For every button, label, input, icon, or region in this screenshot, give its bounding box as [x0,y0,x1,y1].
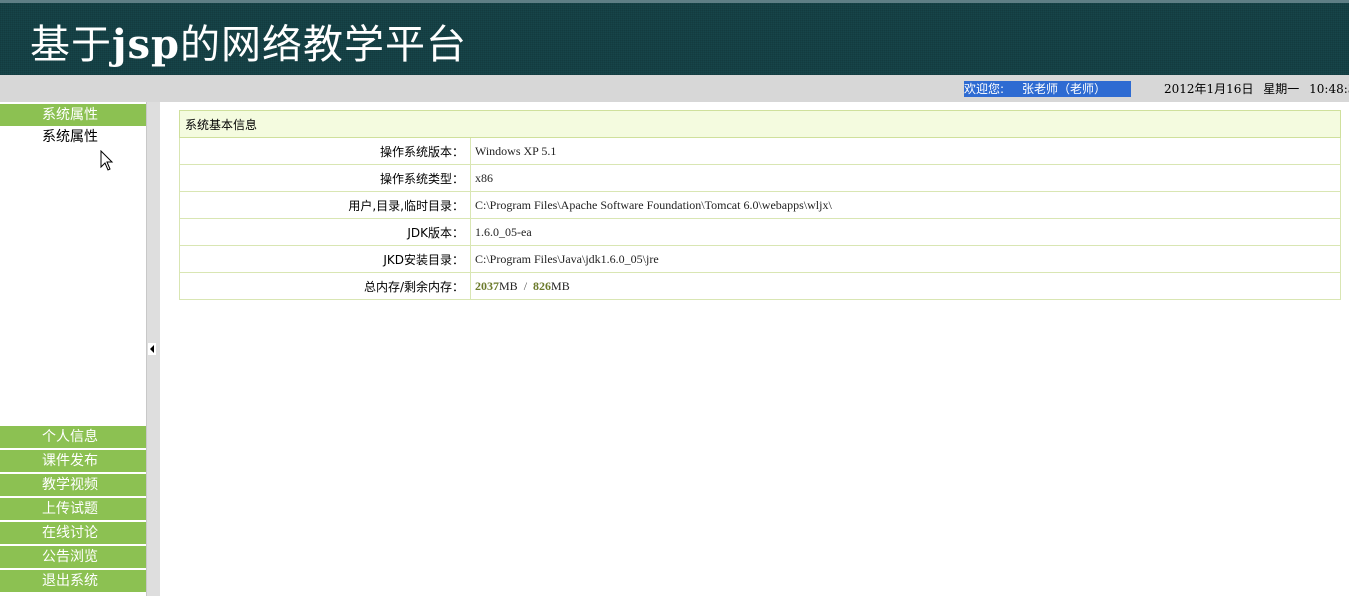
free-memory-unit: MB [551,278,570,293]
os-type-value: x86 [470,164,1341,192]
sidebar: 系统属性 系统属性 个人信息 课件发布 教学视频 上传试题 在线讨论 公告浏览 … [0,102,146,596]
table-caption-row: 系统基本信息 [179,110,1341,138]
table-row: JKD安装目录： C:\Program Files\Java\jdk1.6.0_… [179,245,1341,273]
table-caption: 系统基本信息 [179,110,1341,138]
welcome-banner: 欢迎您: 张老师（老师） [964,81,1131,97]
sidebar-item-upload-questions[interactable]: 上传试题 [0,498,146,520]
table-row: 用户,目录,临时目录： C:\Program Files\Apache Soft… [179,191,1341,219]
jdk-version-label: JDK版本： [179,218,471,246]
status-bar: 欢迎您: 张老师（老师） 2012年1月16日 星期一 10:48:39 [0,75,1349,102]
welcome-label: 欢迎您: [964,82,1005,96]
sidebar-item-teaching-video[interactable]: 教学视频 [0,474,146,496]
sidebar-link-system-properties[interactable]: 系统属性 [42,128,98,146]
table-row: 操作系统版本： Windows XP 5.1 [179,137,1341,165]
memory-separator: / [523,278,528,293]
sidebar-item-courseware-publish[interactable]: 课件发布 [0,450,146,472]
site-title: 基于jsp的网络教学平台 [30,21,467,68]
mouse-pointer-icon [100,150,114,171]
free-memory: 826 [533,278,552,293]
total-memory-unit: MB [499,278,518,293]
sidebar-item-logout[interactable]: 退出系统 [0,570,146,592]
jdk-install-dir-label: JKD安装目录： [179,245,471,273]
header-banner: 基于jsp的网络教学平台 [0,0,1349,75]
current-date: 2012年1月16日 [1164,82,1254,96]
jdk-version-value: 1.6.0_05-ea [470,218,1341,246]
sidebar-section-system-properties[interactable]: 系统属性 [0,104,146,126]
table-row: 操作系统类型： x86 [179,164,1341,192]
total-memory: 2037 [475,278,499,293]
sidebar-item-personal-info[interactable]: 个人信息 [0,426,146,448]
datetime-display: 2012年1月16日 星期一 10:48:39 [1164,81,1349,97]
sidebar-menu: 个人信息 课件发布 教学视频 上传试题 在线讨论 公告浏览 退出系统 [0,426,146,594]
table-row: 总内存/剩余内存： 2037MB/826MB [179,272,1341,300]
current-time: 10:48:39 [1309,82,1349,96]
jdk-install-dir-value: C:\Program Files\Java\jdk1.6.0_05\jre [470,245,1341,273]
user-dir-label: 用户,目录,临时目录： [179,191,471,219]
table-row: JDK版本： 1.6.0_05-ea [179,218,1341,246]
memory-value: 2037MB/826MB [470,272,1341,300]
memory-label: 总内存/剩余内存： [179,272,471,300]
sidebar-item-announcements[interactable]: 公告浏览 [0,546,146,568]
system-info-table: 系统基本信息 操作系统版本： Windows XP 5.1 操作系统类型： x8… [179,110,1341,300]
sidebar-item-online-discussion[interactable]: 在线讨论 [0,522,146,544]
triangle-left-icon[interactable] [148,343,156,355]
os-type-label: 操作系统类型： [179,164,471,192]
os-version-value: Windows XP 5.1 [470,137,1341,165]
current-user: 张老师（老师） [1022,82,1107,96]
current-weekday: 星期一 [1263,82,1300,96]
main-content: 系统基本信息 操作系统版本： Windows XP 5.1 操作系统类型： x8… [179,110,1341,300]
user-dir-value: C:\Program Files\Apache Software Foundat… [470,191,1341,219]
os-version-label: 操作系统版本： [179,137,471,165]
